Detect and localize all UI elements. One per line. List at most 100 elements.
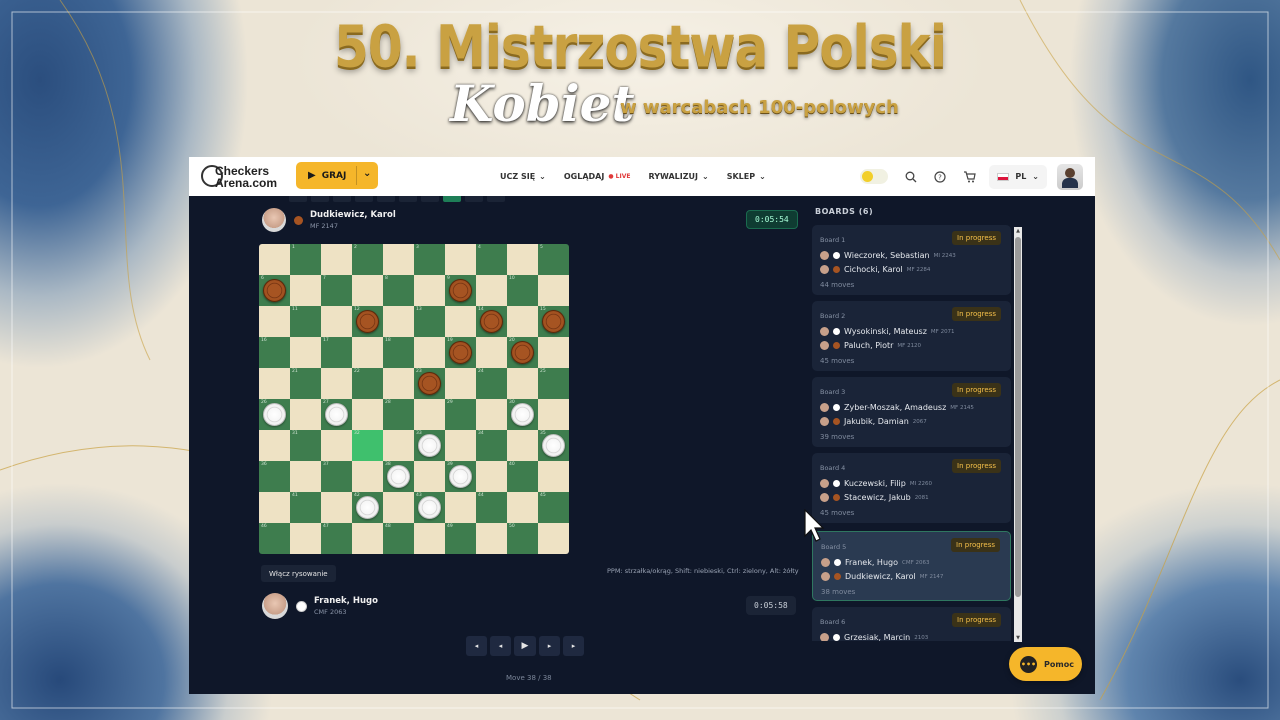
- board-square-32[interactable]: 32: [352, 430, 383, 461]
- white-piece[interactable]: [418, 496, 441, 519]
- white-piece[interactable]: [449, 465, 472, 488]
- board-square-49[interactable]: 49: [445, 523, 476, 554]
- board-square-light[interactable]: [445, 430, 476, 461]
- move-chip[interactable]: [465, 196, 483, 202]
- nav-item-compete[interactable]: RYWALIZUJ ⌄: [648, 172, 708, 181]
- move-chip[interactable]: [377, 196, 395, 202]
- board-square-28[interactable]: 28: [383, 399, 414, 430]
- black-piece[interactable]: [449, 279, 472, 302]
- white-piece[interactable]: [263, 403, 286, 426]
- board-square-light[interactable]: [383, 368, 414, 399]
- board-square-light[interactable]: [352, 399, 383, 430]
- white-piece[interactable]: [325, 403, 348, 426]
- black-piece[interactable]: [449, 341, 472, 364]
- board-square-light[interactable]: [352, 337, 383, 368]
- help-button[interactable]: ••• Pomoc: [1009, 647, 1082, 681]
- board-square-43[interactable]: 43: [414, 492, 445, 523]
- move-chip[interactable]: [311, 196, 329, 202]
- board-square-light[interactable]: [414, 399, 445, 430]
- board-square-50[interactable]: 50: [507, 523, 538, 554]
- board-square-18[interactable]: 18: [383, 337, 414, 368]
- board-square-light[interactable]: [352, 523, 383, 554]
- board-square-light[interactable]: [507, 244, 538, 275]
- board-square-17[interactable]: 17: [321, 337, 352, 368]
- board-square-light[interactable]: [445, 492, 476, 523]
- board-square-31[interactable]: 31: [290, 430, 321, 461]
- move-chip[interactable]: [399, 196, 417, 202]
- white-piece[interactable]: [387, 465, 410, 488]
- board-square-light[interactable]: [476, 275, 507, 306]
- board-square-light[interactable]: [290, 275, 321, 306]
- board-square-34[interactable]: 34: [476, 430, 507, 461]
- board-square-light[interactable]: [445, 244, 476, 275]
- board-square-4[interactable]: 4: [476, 244, 507, 275]
- play-pause-button[interactable]: ▶: [514, 636, 536, 656]
- board-card[interactable]: Board 3 In progress Zyber-Moszak, Amadeusz…: [812, 377, 1011, 447]
- board-square-light[interactable]: [352, 275, 383, 306]
- scroll-thumb[interactable]: [1015, 237, 1021, 597]
- board-square-39[interactable]: 39: [445, 461, 476, 492]
- move-chip[interactable]: [333, 196, 351, 202]
- board-square-light[interactable]: [321, 368, 352, 399]
- board-square-light[interactable]: [414, 461, 445, 492]
- board-card[interactable]: Board 2 In progress Wysokinski, Mateusz MF …: [812, 301, 1011, 371]
- move-chip[interactable]: [355, 196, 373, 202]
- board-square-44[interactable]: 44: [476, 492, 507, 523]
- board-square-27[interactable]: 27: [321, 399, 352, 430]
- board-square-8[interactable]: 8: [383, 275, 414, 306]
- first-move-button[interactable]: ◂: [466, 636, 487, 656]
- board-square-light[interactable]: [414, 523, 445, 554]
- move-chip[interactable]: [289, 196, 307, 202]
- nav-item-watch[interactable]: OGLĄDAJ ● LIVE: [564, 172, 631, 181]
- board-square-29[interactable]: 29: [445, 399, 476, 430]
- board-square-23[interactable]: 23: [414, 368, 445, 399]
- board-square-3[interactable]: 3: [414, 244, 445, 275]
- board-square-light[interactable]: [507, 492, 538, 523]
- board-square-26[interactable]: 26: [259, 399, 290, 430]
- board-square-37[interactable]: 37: [321, 461, 352, 492]
- black-piece[interactable]: [356, 310, 379, 333]
- board-square-light[interactable]: [321, 306, 352, 337]
- cart-icon[interactable]: [960, 168, 978, 186]
- board-square-light[interactable]: [445, 368, 476, 399]
- board-square-light[interactable]: [259, 492, 290, 523]
- board-square-42[interactable]: 42: [352, 492, 383, 523]
- move-chip-active[interactable]: [443, 196, 461, 202]
- white-piece[interactable]: [356, 496, 379, 519]
- board-square-1[interactable]: 1: [290, 244, 321, 275]
- board-square-light[interactable]: [414, 337, 445, 368]
- board-square-45[interactable]: 45: [538, 492, 569, 523]
- move-chip[interactable]: [421, 196, 439, 202]
- move-chip[interactable]: [487, 196, 505, 202]
- board-square-light[interactable]: [259, 306, 290, 337]
- previous-move-button[interactable]: ◂: [490, 636, 511, 656]
- board-square-light[interactable]: [259, 368, 290, 399]
- black-piece[interactable]: [511, 341, 534, 364]
- board-square-light[interactable]: [538, 523, 569, 554]
- board-square-48[interactable]: 48: [383, 523, 414, 554]
- board-square-light[interactable]: [290, 337, 321, 368]
- board-square-13[interactable]: 13: [414, 306, 445, 337]
- board-square-light[interactable]: [507, 368, 538, 399]
- nav-item-shop[interactable]: SKLEP ⌄: [727, 172, 766, 181]
- board-square-light[interactable]: [290, 461, 321, 492]
- language-selector[interactable]: PL ⌄: [989, 164, 1047, 189]
- board-square-light[interactable]: [321, 492, 352, 523]
- board-card[interactable]: Board 5 In progress Franek, Hugo CMF 2063 Du…: [812, 531, 1011, 601]
- white-piece[interactable]: [511, 403, 534, 426]
- board-square-19[interactable]: 19: [445, 337, 476, 368]
- board-square-light[interactable]: [414, 275, 445, 306]
- board-square-2[interactable]: 2: [352, 244, 383, 275]
- nav-item-learn[interactable]: UCZ SIĘ ⌄: [500, 172, 546, 181]
- board-square-light[interactable]: [476, 337, 507, 368]
- site-logo[interactable]: Checkers Arena.com: [201, 163, 289, 190]
- board-square-15[interactable]: 15: [538, 306, 569, 337]
- last-move-button[interactable]: ▸: [563, 636, 584, 656]
- board-square-21[interactable]: 21: [290, 368, 321, 399]
- board-square-14[interactable]: 14: [476, 306, 507, 337]
- board-square-light[interactable]: [538, 461, 569, 492]
- board-square-24[interactable]: 24: [476, 368, 507, 399]
- board-square-light[interactable]: [507, 306, 538, 337]
- search-icon[interactable]: [902, 168, 920, 186]
- board-card[interactable]: Board 1 In progress Wieczorek, Sebastian MI…: [812, 225, 1011, 295]
